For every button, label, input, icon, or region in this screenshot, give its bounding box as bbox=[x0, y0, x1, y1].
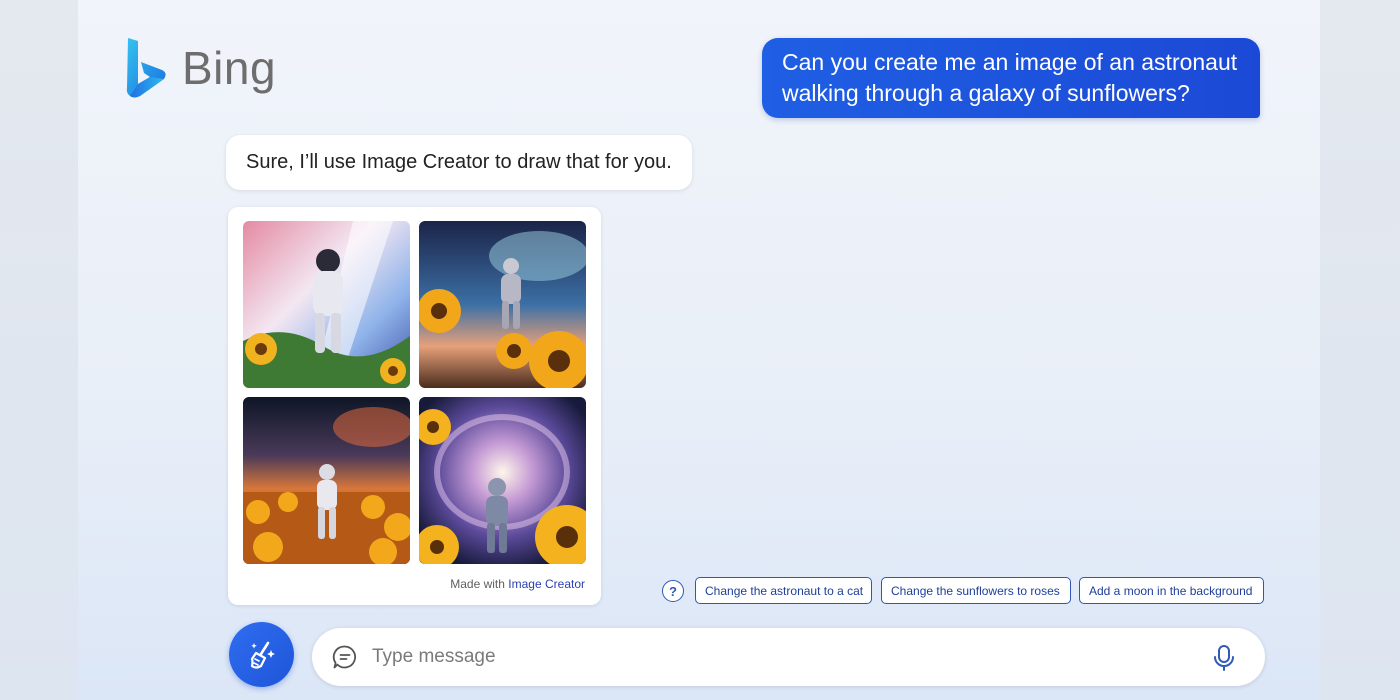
brand-name: Bing bbox=[182, 42, 277, 94]
microphone-icon[interactable] bbox=[1213, 644, 1235, 672]
astronaut-image-2 bbox=[419, 221, 586, 388]
bing-logo: Bing bbox=[124, 36, 276, 100]
left-margin bbox=[0, 0, 78, 700]
user-message-bubble: Can you create me an image of an astrona… bbox=[762, 38, 1260, 118]
chat-bubble-icon bbox=[332, 645, 356, 669]
right-margin bbox=[1320, 0, 1400, 700]
bot-message-bubble: Sure, I’ll use Image Creator to draw tha… bbox=[226, 135, 692, 190]
image-thumbnail-1[interactable] bbox=[243, 221, 410, 388]
bot-message-text: Sure, I’ll use Image Creator to draw tha… bbox=[246, 151, 672, 173]
image-thumbnail-3[interactable] bbox=[243, 397, 410, 564]
message-input[interactable] bbox=[370, 645, 1194, 669]
image-creator-link[interactable]: Image Creator bbox=[508, 577, 585, 591]
astronaut-image-1 bbox=[243, 221, 410, 388]
suggestion-chip-moon[interactable]: Add a moon in the background bbox=[1079, 577, 1264, 604]
broom-sparkle-icon bbox=[250, 641, 275, 669]
image-thumbnail-4[interactable] bbox=[419, 397, 586, 564]
suggestion-chip-cat[interactable]: Change the astronaut to a cat bbox=[695, 577, 872, 604]
made-with-prefix: Made with bbox=[450, 577, 505, 591]
astronaut-image-3 bbox=[243, 397, 410, 564]
message-input-bar bbox=[312, 628, 1265, 686]
new-topic-button[interactable] bbox=[229, 622, 294, 687]
image-results-card: Made with Image Creator bbox=[228, 207, 601, 605]
made-with-caption: Made with Image Creator bbox=[450, 577, 585, 591]
bing-logo-icon bbox=[126, 38, 166, 98]
astronaut-image-4 bbox=[419, 397, 586, 564]
help-icon[interactable]: ? bbox=[662, 580, 684, 602]
image-thumbnail-2[interactable] bbox=[419, 221, 586, 388]
suggestion-chip-roses[interactable]: Change the sunflowers to roses bbox=[881, 577, 1071, 604]
